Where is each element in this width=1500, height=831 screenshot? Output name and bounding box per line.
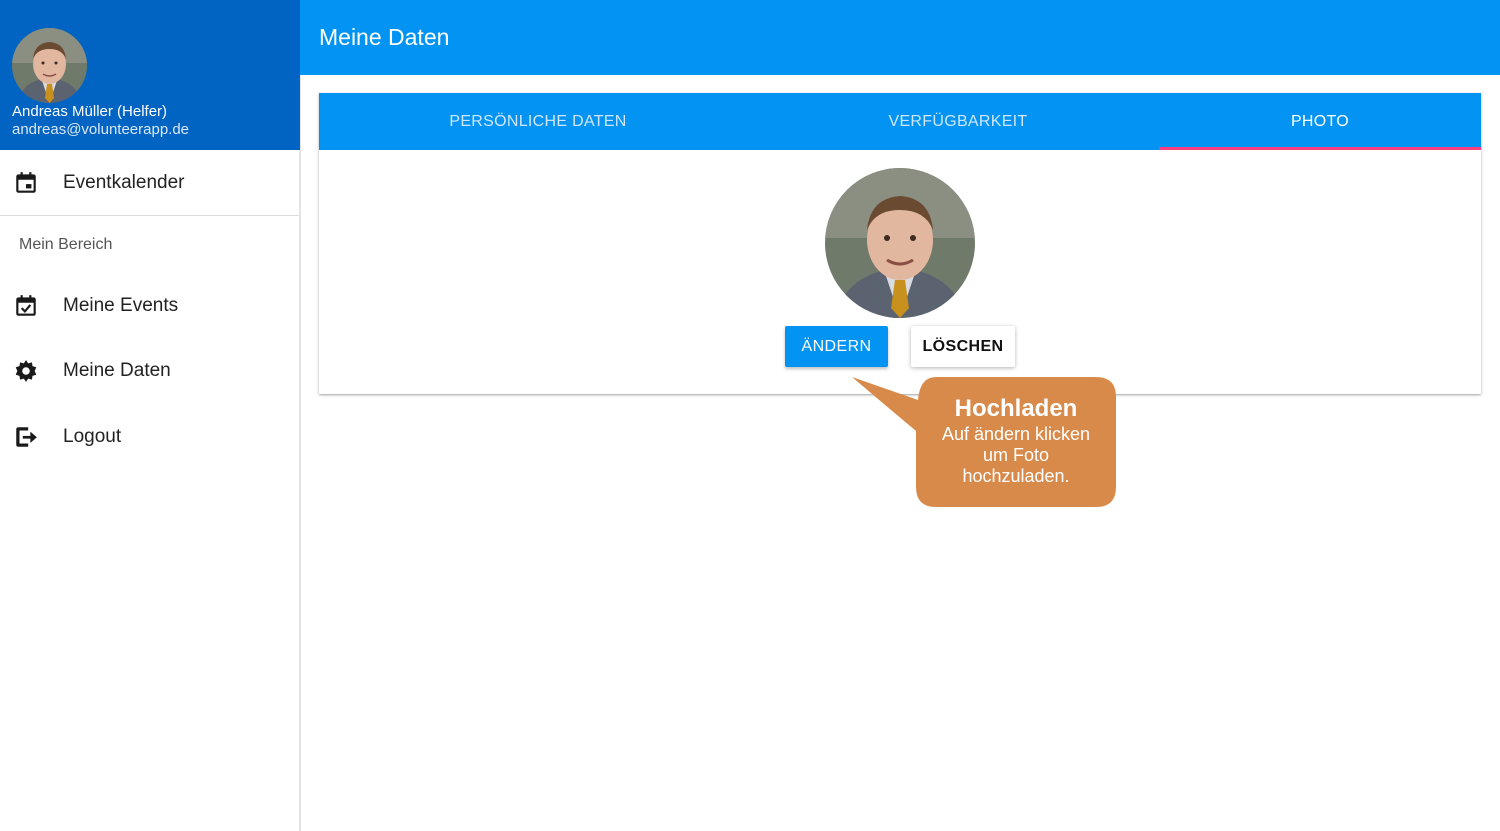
section-header: Mein Bereich (19, 236, 113, 253)
sidebar-item-label: Meine Events (63, 295, 179, 316)
calendar-icon (16, 172, 36, 193)
tab-bar: PERSÖNLICHE DATEN VERFÜGBARKEIT PHOTO (319, 93, 1481, 150)
sidebar-divider (0, 215, 299, 216)
photo-card: PERSÖNLICHE DATEN VERFÜGBARKEIT PHOTO ÄN… (319, 93, 1481, 394)
app-bar: Meine Daten (300, 0, 1500, 75)
tab-verfuegbarkeit[interactable]: VERFÜGBARKEIT (757, 93, 1159, 150)
avatar (12, 28, 87, 103)
change-photo-button[interactable]: ÄNDERN (785, 326, 888, 367)
hint-callout: Hochladen Auf ändern klicken um Foto hoc… (850, 376, 1120, 511)
calendar-check-icon (16, 295, 36, 316)
sidebar: Andreas Müller (Helfer) andreas@voluntee… (0, 0, 301, 831)
delete-photo-button[interactable]: LÖSCHEN (911, 326, 1015, 367)
tab-persoenliche-daten[interactable]: PERSÖNLICHE DATEN (319, 93, 757, 150)
sidebar-item-meine-daten[interactable]: Meine Daten (0, 343, 299, 399)
sidebar-item-eventkalender[interactable]: Eventkalender (0, 155, 299, 211)
profile-photo-image (825, 168, 975, 318)
sidebar-item-label: Logout (63, 426, 122, 447)
callout-text: Hochladen Auf ändern klicken um Foto hoc… (916, 394, 1116, 487)
callout-title: Hochladen (954, 395, 1078, 422)
profile-photo (825, 168, 975, 318)
logout-icon (16, 427, 37, 447)
profile-email: andreas@volunteerapp.de (12, 121, 190, 138)
gear-icon (15, 360, 37, 382)
profile-name: Andreas Müller (Helfer) (12, 103, 168, 120)
avatar-photo (12, 28, 87, 103)
sidebar-item-label: Meine Daten (63, 360, 171, 381)
profile-header: Andreas Müller (Helfer) andreas@voluntee… (0, 0, 300, 150)
page-title: Meine Daten (319, 24, 450, 50)
callout-body: Auf ändern klicken um Foto hochzuladen. (941, 424, 1091, 486)
sidebar-item-label: Eventkalender (63, 172, 185, 193)
tab-photo[interactable]: PHOTO (1159, 93, 1481, 150)
sidebar-item-logout[interactable]: Logout (0, 409, 299, 465)
sidebar-item-meine-events[interactable]: Meine Events (0, 278, 299, 334)
tab-indicator (1159, 147, 1481, 150)
